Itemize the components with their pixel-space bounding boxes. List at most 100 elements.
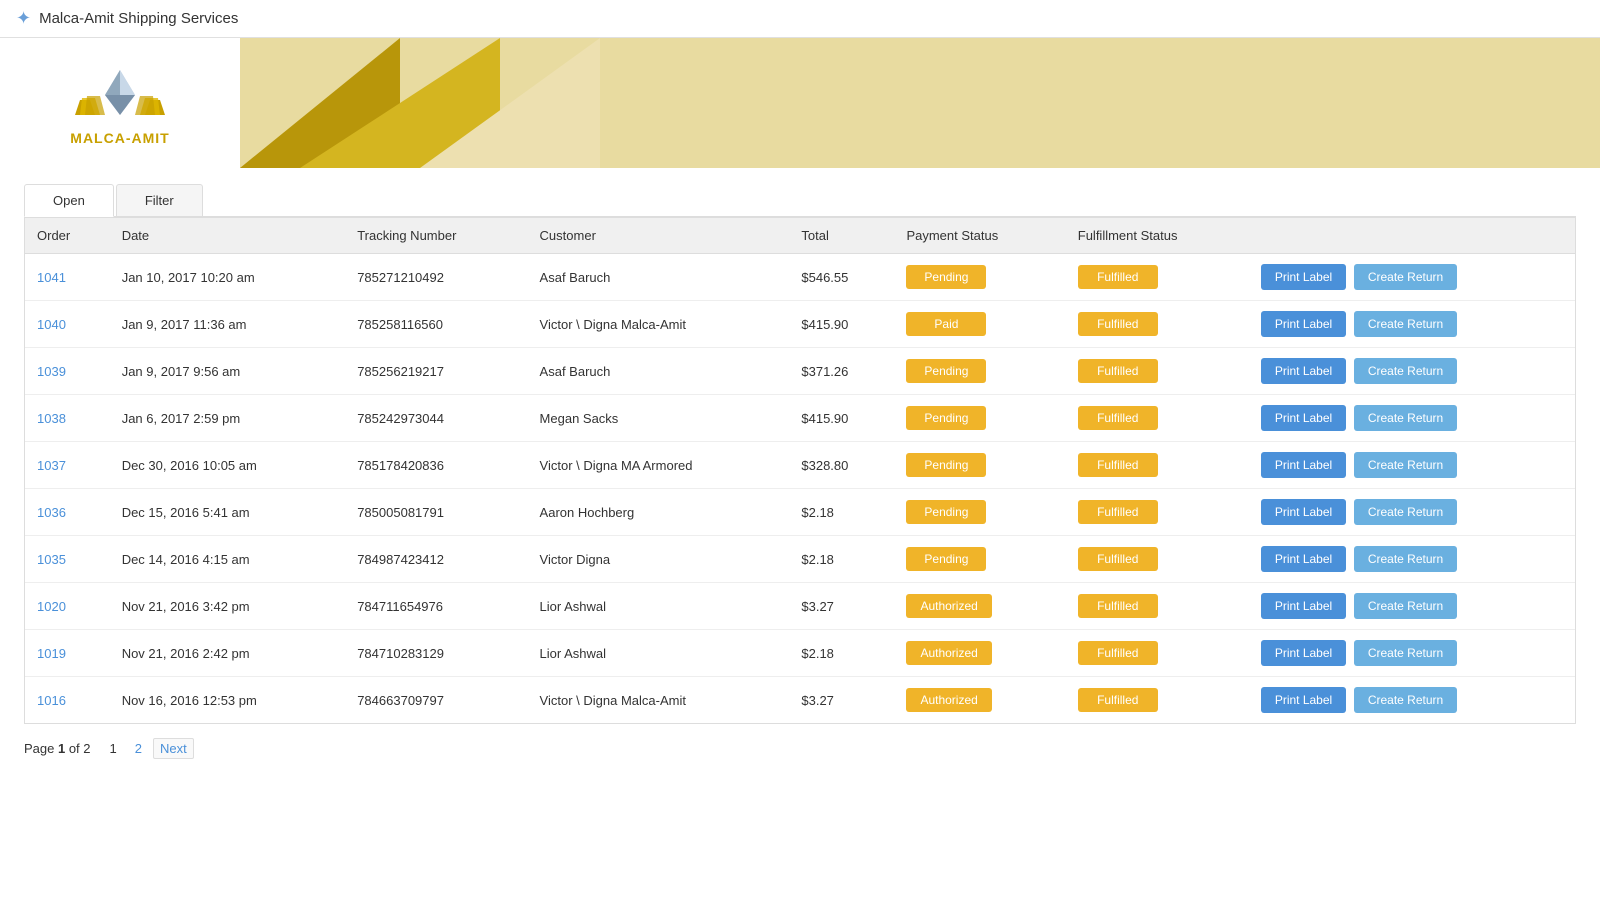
table-row: 1019 Nov 21, 2016 2:42 pm 784710283129 L… [25,630,1575,677]
order-total: $2.18 [789,630,894,677]
create-return-button[interactable]: Create Return [1354,264,1457,290]
create-return-button[interactable]: Create Return [1354,405,1457,431]
tab-open[interactable]: Open [24,184,114,217]
fulfillment-status-badge: Fulfilled [1078,688,1158,712]
table-row: 1035 Dec 14, 2016 4:15 am 784987423412 V… [25,536,1575,583]
payment-status-badge: Pending [906,359,986,383]
total-pages: 2 [83,741,90,756]
create-return-button[interactable]: Create Return [1354,593,1457,619]
payment-status-cell: Pending [894,489,1065,536]
print-label-button[interactable]: Print Label [1261,264,1346,290]
create-return-button[interactable]: Create Return [1354,499,1457,525]
fulfillment-status-cell: Fulfilled [1066,301,1249,348]
order-link[interactable]: 1019 [37,646,66,661]
col-actions [1249,218,1575,254]
actions-cell: Print Label Create Return [1249,442,1575,489]
order-total: $415.90 [789,301,894,348]
tracking-number: 785258116560 [345,301,527,348]
order-link[interactable]: 1041 [37,270,66,285]
order-link[interactable]: 1040 [37,317,66,332]
order-date: Jan 9, 2017 11:36 am [110,301,346,348]
order-link[interactable]: 1037 [37,458,66,473]
order-link[interactable]: 1016 [37,693,66,708]
orders-table-container: Order Date Tracking Number Customer Tota… [24,217,1576,724]
order-number: 1037 [25,442,110,489]
tab-filter[interactable]: Filter [116,184,203,216]
logo-svg [70,60,170,130]
create-return-button[interactable]: Create Return [1354,358,1457,384]
print-label-button[interactable]: Print Label [1261,499,1346,525]
order-link[interactable]: 1020 [37,599,66,614]
order-link[interactable]: 1036 [37,505,66,520]
logo-container: MALCA-AMIT [70,60,170,146]
actions-cell: Print Label Create Return [1249,254,1575,301]
fulfillment-status-badge: Fulfilled [1078,312,1158,336]
tracking-number: 785242973044 [345,395,527,442]
order-total: $546.55 [789,254,894,301]
orders-table: Order Date Tracking Number Customer Tota… [25,218,1575,723]
order-total: $328.80 [789,442,894,489]
col-customer: Customer [528,218,790,254]
fulfillment-status-badge: Fulfilled [1078,265,1158,289]
print-label-button[interactable]: Print Label [1261,452,1346,478]
create-return-button[interactable]: Create Return [1354,311,1457,337]
print-label-button[interactable]: Print Label [1261,687,1346,713]
order-total: $415.90 [789,395,894,442]
print-label-button[interactable]: Print Label [1261,546,1346,572]
actions-cell: Print Label Create Return [1249,583,1575,630]
payment-status-badge: Authorized [906,688,991,712]
payment-status-badge: Paid [906,312,986,336]
logo-area: MALCA-AMIT [0,38,240,168]
page-2-link[interactable]: 2 [128,738,149,759]
order-link[interactable]: 1035 [37,552,66,567]
customer-name: Aaron Hochberg [528,489,790,536]
fulfillment-status-cell: Fulfilled [1066,489,1249,536]
order-number: 1041 [25,254,110,301]
table-row: 1036 Dec 15, 2016 5:41 am 785005081791 A… [25,489,1575,536]
order-number: 1039 [25,348,110,395]
order-date: Jan 9, 2017 9:56 am [110,348,346,395]
order-date: Dec 30, 2016 10:05 am [110,442,346,489]
order-total: $2.18 [789,536,894,583]
customer-name: Asaf Baruch [528,254,790,301]
create-return-button[interactable]: Create Return [1354,640,1457,666]
print-label-button[interactable]: Print Label [1261,311,1346,337]
order-total: $2.18 [789,489,894,536]
fulfillment-status-cell: Fulfilled [1066,254,1249,301]
page-info: Page 1 of 2 [24,741,91,756]
print-label-button[interactable]: Print Label [1261,405,1346,431]
create-return-button[interactable]: Create Return [1354,452,1457,478]
fulfillment-status-cell: Fulfilled [1066,395,1249,442]
payment-status-cell: Pending [894,442,1065,489]
order-date: Jan 10, 2017 10:20 am [110,254,346,301]
actions-cell: Print Label Create Return [1249,536,1575,583]
order-date: Nov 21, 2016 2:42 pm [110,630,346,677]
order-number: 1020 [25,583,110,630]
col-date: Date [110,218,346,254]
create-return-button[interactable]: Create Return [1354,546,1457,572]
table-row: 1037 Dec 30, 2016 10:05 am 785178420836 … [25,442,1575,489]
fulfillment-status-cell: Fulfilled [1066,536,1249,583]
fulfillment-status-badge: Fulfilled [1078,453,1158,477]
page-1-link[interactable]: 1 [103,738,124,759]
customer-name: Victor \ Digna Malca-Amit [528,677,790,724]
order-number: 1019 [25,630,110,677]
fulfillment-status-cell: Fulfilled [1066,677,1249,724]
table-row: 1041 Jan 10, 2017 10:20 am 785271210492 … [25,254,1575,301]
print-label-button[interactable]: Print Label [1261,358,1346,384]
banner-triangles [240,38,1600,168]
fulfillment-status-badge: Fulfilled [1078,500,1158,524]
payment-status-cell: Authorized [894,677,1065,724]
create-return-button[interactable]: Create Return [1354,687,1457,713]
print-label-button[interactable]: Print Label [1261,640,1346,666]
next-link[interactable]: Next [153,738,194,759]
table-row: 1039 Jan 9, 2017 9:56 am 785256219217 As… [25,348,1575,395]
order-number: 1038 [25,395,110,442]
triangle-3 [420,38,600,168]
order-total: $3.27 [789,677,894,724]
print-label-button[interactable]: Print Label [1261,593,1346,619]
order-link[interactable]: 1039 [37,364,66,379]
order-link[interactable]: 1038 [37,411,66,426]
payment-status-badge: Pending [906,500,986,524]
payment-status-cell: Pending [894,395,1065,442]
